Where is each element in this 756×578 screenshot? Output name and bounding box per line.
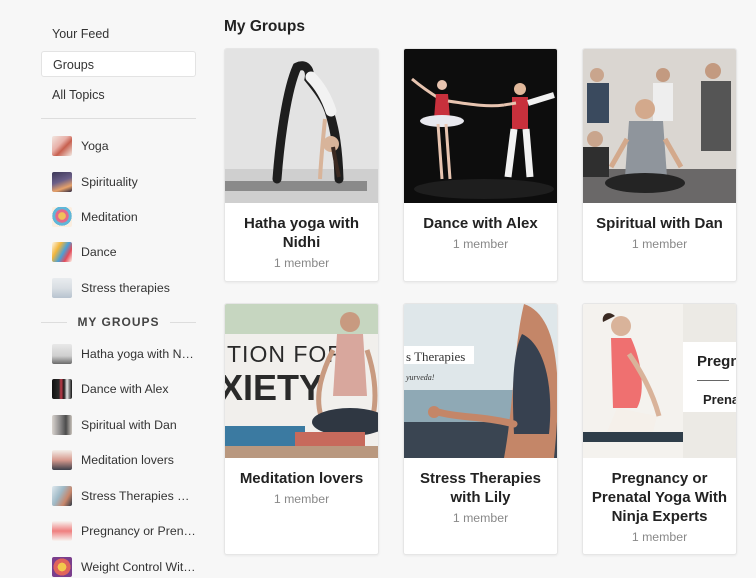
my-group-label: Spiritual with Dan: [81, 418, 177, 432]
topic-label: Spirituality: [81, 175, 138, 189]
group-cover-image: [225, 49, 378, 203]
nav-your-feed[interactable]: Your Feed: [41, 21, 196, 47]
spiritual-dan-thumb-icon: [52, 415, 72, 435]
my-group-item-pregnancy[interactable]: Pregnancy or Prenatal Yoga With Ninja Ex…: [52, 520, 196, 542]
card-members: 1 member: [273, 492, 330, 506]
my-group-label: Stress Therapies with Lily: [81, 489, 196, 503]
group-card-stress[interactable]: s Therapies yurveda! Stress Therapies wi…: [403, 303, 558, 555]
card-title: Stress Therapies with Lily: [420, 470, 541, 506]
group-card-dance[interactable]: Dance with Alex 1 member: [403, 48, 558, 282]
weight-thumb-icon: [52, 557, 72, 577]
topic-item-stress-therapies[interactable]: Stress therapies: [52, 277, 196, 299]
topic-item-meditation[interactable]: Meditation: [52, 206, 196, 228]
sidebar-divider: [41, 118, 196, 119]
topic-label: Meditation: [81, 210, 138, 224]
my-group-label: Weight Control With Yoga: [81, 560, 196, 574]
topic-item-dance[interactable]: Dance: [52, 241, 196, 263]
my-group-item-stress[interactable]: Stress Therapies with Lily: [52, 485, 196, 507]
my-group-label: Meditation lovers: [81, 453, 174, 467]
my-group-label: Hatha yoga with Nidhi: [81, 347, 196, 361]
cover-text-title: Pregna: [697, 353, 737, 370]
group-cover-image: [583, 49, 736, 203]
nav-all-topics[interactable]: All Topics: [41, 82, 196, 108]
my-groups-heading: MY GROUPS: [41, 314, 196, 330]
my-group-item-meditation[interactable]: Meditation lovers: [52, 449, 196, 471]
dance-alex-thumb-icon: [52, 379, 72, 399]
sidebar: Your Feed Groups All Topics Yoga Spiritu…: [0, 0, 210, 577]
group-cover-image: TION FOR XIETY: [225, 304, 378, 458]
topic-item-spirituality[interactable]: Spirituality: [52, 171, 196, 193]
page-title: My Groups: [224, 18, 305, 35]
stress-lily-thumb-icon: [52, 486, 72, 506]
topic-label: Stress therapies: [81, 281, 170, 295]
group-card-meditation[interactable]: TION FOR XIETY Meditation lovers 1 membe…: [224, 303, 379, 555]
yoga-thumb-icon: [52, 136, 72, 156]
meditation-lovers-thumb-icon: [52, 450, 72, 470]
hatha-thumb-icon: [52, 344, 72, 364]
card-members: 1 member: [631, 530, 688, 544]
card-title: Dance with Alex: [423, 215, 538, 232]
group-cover-image: [404, 49, 557, 203]
dance-thumb-icon: [52, 242, 72, 262]
card-title: Hatha yoga with Nidhi: [243, 215, 359, 251]
my-group-item-spiritual[interactable]: Spiritual with Dan: [52, 414, 196, 436]
my-group-item-dance[interactable]: Dance with Alex: [52, 378, 196, 400]
pregnancy-thumb-icon: [52, 521, 72, 541]
cover-text-sub: Prena: [703, 392, 737, 407]
group-cover-image: Pregna Prena: [583, 304, 737, 458]
nav-groups[interactable]: Groups: [41, 51, 196, 77]
topic-item-yoga[interactable]: Yoga: [52, 135, 196, 157]
card-title: Pregnancy or Prenatal Yoga With Ninja Ex…: [591, 470, 728, 525]
card-title: Spiritual with Dan: [596, 215, 723, 232]
cover-text-title: s Therapies: [406, 349, 465, 364]
card-members: 1 member: [452, 511, 509, 525]
group-card-pregnancy[interactable]: Pregna Prena Pregnancy or Prenatal Yoga …: [582, 303, 737, 555]
stress-thumb-icon: [52, 278, 72, 298]
group-card-spiritual[interactable]: Spiritual with Dan 1 member: [582, 48, 737, 282]
card-title: Meditation lovers: [239, 470, 364, 487]
spirituality-thumb-icon: [52, 172, 72, 192]
card-members: 1 member: [273, 256, 330, 270]
my-groups-heading-label: MY GROUPS: [77, 315, 160, 329]
card-members: 1 member: [452, 237, 509, 251]
my-group-item-weight[interactable]: Weight Control With Yoga: [52, 556, 196, 578]
my-group-label: Pregnancy or Prenatal Yoga With Ninja Ex…: [81, 524, 196, 538]
group-cover-image: s Therapies yurveda!: [404, 304, 557, 458]
my-group-item-hatha[interactable]: Hatha yoga with Nidhi: [52, 343, 196, 365]
group-card-hatha[interactable]: Hatha yoga with Nidhi 1 member: [224, 48, 379, 282]
my-group-label: Dance with Alex: [81, 382, 169, 396]
cover-text-sub: yurveda!: [405, 373, 435, 382]
topic-label: Dance: [81, 245, 117, 259]
topic-label: Yoga: [81, 139, 109, 153]
meditation-thumb-icon: [52, 207, 72, 227]
card-members: 1 member: [631, 237, 688, 251]
cover-text-line2: XIETY: [225, 367, 323, 408]
